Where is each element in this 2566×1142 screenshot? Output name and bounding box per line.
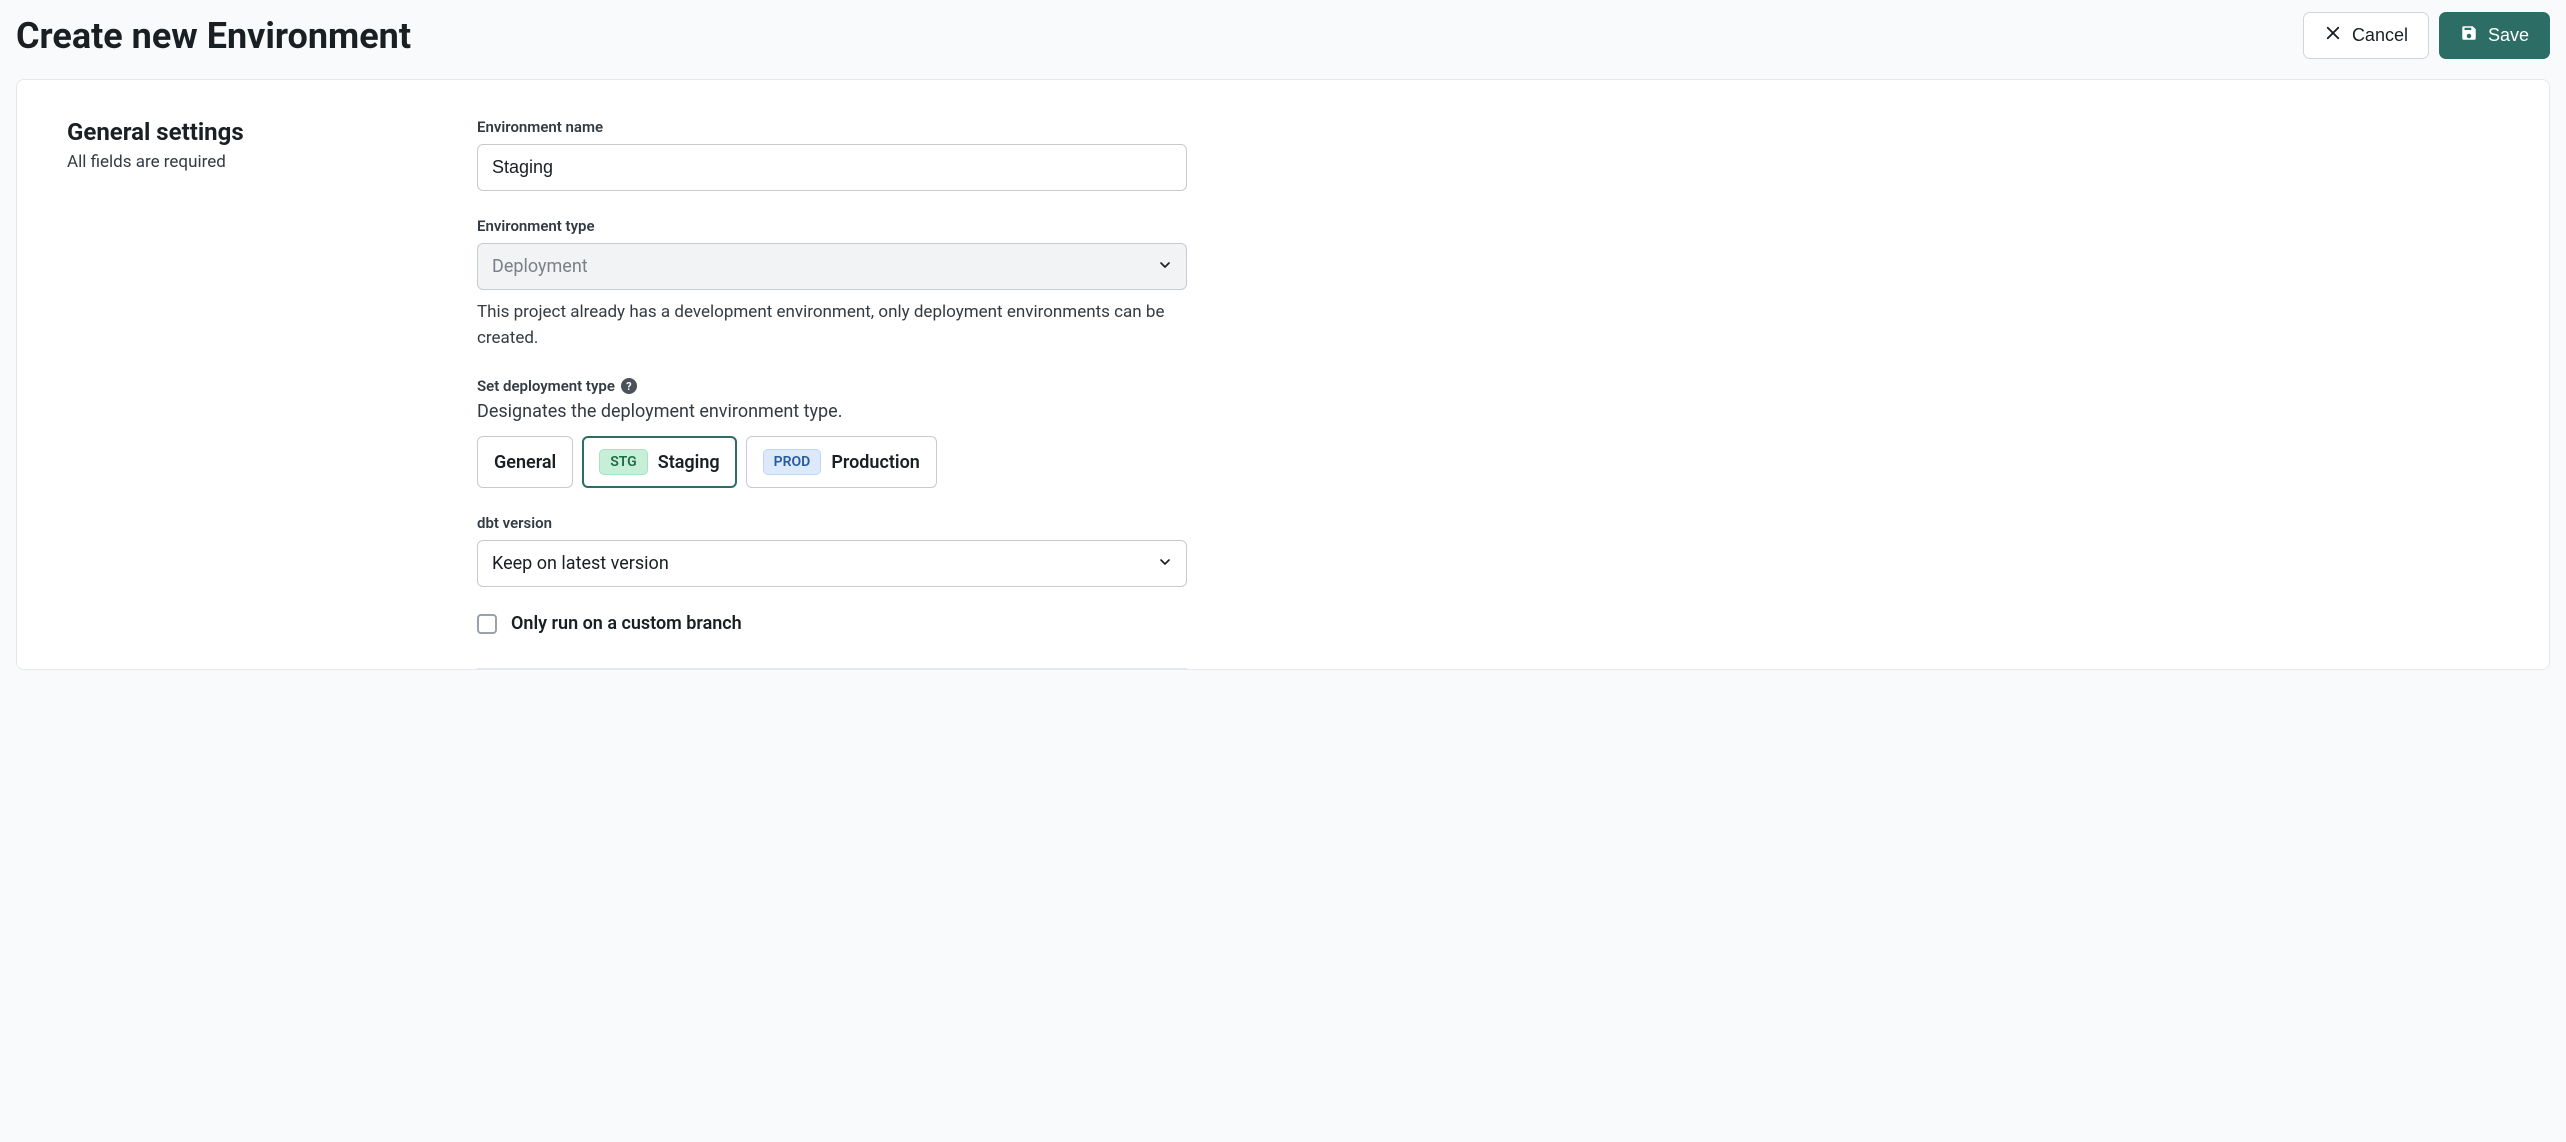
section-subtitle: All fields are required: [67, 152, 437, 172]
deployment-type-label: Set deployment type: [477, 377, 615, 395]
close-icon: [2324, 24, 2342, 47]
section-sidebar: General settings All fields are required: [67, 118, 437, 669]
form-column: Environment name Environment type Deploy…: [477, 118, 1187, 669]
dbt-version-select[interactable]: Keep on latest version: [477, 540, 1187, 587]
settings-card: General settings All fields are required…: [16, 79, 2550, 670]
custom-branch-row: Only run on a custom branch: [477, 613, 1187, 634]
deployment-type-description: Designates the deployment environment ty…: [477, 401, 1187, 422]
deployment-option-production-label: Production: [831, 452, 920, 473]
prod-badge: PROD: [763, 449, 822, 475]
dbt-version-label: dbt version: [477, 514, 1187, 532]
section-title: General settings: [67, 118, 437, 146]
env-name-group: Environment name: [477, 118, 1187, 191]
deployment-option-production[interactable]: PROD Production: [746, 436, 937, 488]
header-actions: Cancel Save: [2303, 12, 2550, 59]
cancel-button-label: Cancel: [2352, 25, 2408, 46]
deployment-option-staging[interactable]: STG Staging: [582, 436, 736, 488]
env-type-group: Environment type Deployment This project…: [477, 217, 1187, 351]
cancel-button[interactable]: Cancel: [2303, 12, 2429, 59]
help-icon[interactable]: ?: [621, 378, 637, 394]
deployment-option-general[interactable]: General: [477, 436, 573, 488]
deployment-type-group: Set deployment type ? Designates the dep…: [477, 377, 1187, 488]
section-divider: [477, 668, 1187, 669]
dbt-version-value: Keep on latest version: [492, 553, 669, 574]
save-icon: [2460, 24, 2478, 47]
save-button[interactable]: Save: [2439, 12, 2550, 59]
env-type-value: Deployment: [492, 256, 588, 277]
env-type-label: Environment type: [477, 217, 1187, 235]
env-name-input[interactable]: [477, 144, 1187, 191]
deployment-option-general-label: General: [494, 452, 556, 473]
env-type-select: Deployment: [477, 243, 1187, 290]
custom-branch-checkbox[interactable]: [477, 614, 497, 634]
dbt-version-group: dbt version Keep on latest version: [477, 514, 1187, 587]
env-type-helper: This project already has a development e…: [477, 300, 1187, 351]
stg-badge: STG: [599, 449, 648, 475]
save-button-label: Save: [2488, 25, 2529, 46]
page-header: Create new Environment Cancel Save: [0, 0, 2566, 79]
custom-branch-label: Only run on a custom branch: [511, 613, 742, 634]
page-title: Create new Environment: [16, 15, 411, 57]
deployment-option-staging-label: Staging: [658, 452, 720, 473]
env-name-label: Environment name: [477, 118, 1187, 136]
deployment-type-options: General STG Staging PROD Production: [477, 436, 1187, 488]
